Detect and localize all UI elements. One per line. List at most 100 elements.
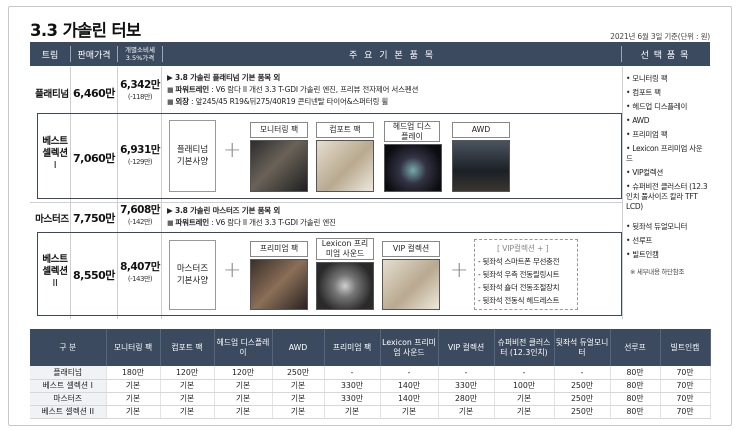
platinum-basic-title: ▶ 3.8 가솔린 플래티넘 기본 품목 외 — [167, 73, 281, 82]
option-comfort-pack: 컴포트 팩 — [316, 122, 374, 138]
plus-icon: + — [450, 258, 469, 283]
table-cell: 330만 — [324, 379, 381, 393]
table-header: Lexicon 프리미엄 사운드 — [380, 329, 439, 366]
page: 3.3 가솔린 터보 2021년 6월 3일 기준(단위 : 원) 트림 판매가… — [0, 0, 740, 430]
lexicon-sound-photo — [316, 262, 374, 310]
table-cell: - — [380, 366, 439, 380]
vip-item: - 뒷좌석 전동식 헤드레스트 — [478, 296, 560, 305]
table-header: VIP 컬렉션 — [438, 329, 495, 366]
table-cell: 330만 — [438, 379, 495, 393]
best-selection-2-cost: 8,407만 (-143만) — [120, 261, 160, 284]
side-option: • Lexicon 프리미엄 사운드 — [626, 144, 703, 163]
row-divider — [30, 202, 622, 203]
header-trim: 트림 — [41, 50, 59, 61]
table-cell: 기본 — [214, 392, 273, 406]
table-cell: - — [554, 366, 611, 380]
platinum-cost-diff: (-118만) — [127, 93, 153, 101]
table-cell: - — [494, 366, 555, 380]
best-selection-1-cost: 6,931만 (-129만) — [120, 144, 160, 167]
table-header: 구 분 — [30, 329, 107, 366]
vip-item: - 뒷좌석 우측 전동릴링시트 — [478, 270, 560, 279]
table-header: AWD — [272, 329, 325, 366]
table-cell: 80만 — [610, 392, 661, 406]
table-row: 베스트 셀렉션 II 기본 기본 기본 기본 기본 기본 기본 기본 250만 80만 70만 — [30, 405, 711, 419]
table-cell: 140만 — [380, 392, 439, 406]
table-cell: 140만 — [380, 379, 439, 393]
plus-icon: + — [223, 258, 242, 283]
vip-collection-photo — [382, 259, 440, 310]
table-cell: 기본 — [380, 405, 439, 419]
masters-basic-title: ▶ 3.8 가솔린 마스터즈 기본 품목 외 — [167, 206, 281, 215]
masters-price: 7,750만 — [73, 212, 115, 225]
price-date: 2021년 6월 3일 기준(단위 : 원) — [610, 32, 710, 41]
table-cell: 70만 — [660, 366, 711, 380]
table-cell: 180만 — [106, 366, 161, 380]
table-cell: - — [438, 366, 495, 380]
trim-best-selection-1: 베스트 셀렉션 I — [42, 136, 68, 171]
platinum-price: 6,460만 — [73, 87, 115, 100]
table-cell: 120만 — [160, 366, 215, 380]
table-cell: 70만 — [660, 405, 711, 419]
table-cell: 100만 — [494, 379, 555, 393]
vip-item: - 뒷좌석 스마트폰 무선충전 — [478, 257, 560, 266]
page-title: 3.3 가솔린 터보 — [30, 21, 141, 40]
table-header-row: 구 분 모니터링 팩 컴포트 팩 헤드업 디스플레이 AWD 프리미엄 팩 Le… — [30, 329, 711, 366]
option-vip-collection: VIP 컬렉션 — [382, 241, 440, 257]
table-row: 플래티넘 180만 120만 120만 250만 - - - - -80만 70만 — [30, 366, 711, 380]
table-cell: 120만 — [214, 366, 273, 380]
option-hud: 헤드업 디스플레이 — [384, 121, 440, 142]
table-cell: 기본 — [160, 379, 215, 393]
table-cell: 기본 — [272, 392, 325, 406]
monitoring-pack-photo — [250, 140, 308, 192]
table-cell: 기본 — [106, 379, 161, 393]
table-header: 헤드업 디스플레이 — [214, 329, 273, 366]
header-main: 주 요 기 본 품 목 — [349, 50, 435, 61]
side-option: • 빌트인캠 — [626, 250, 659, 259]
table-cell: 250만 — [272, 366, 325, 380]
table-row-header: 마스터즈 — [30, 392, 107, 406]
table-cell: 기본 — [106, 392, 161, 406]
table-header: 선루프 — [610, 329, 661, 366]
header-price: 판매가격 — [77, 50, 111, 61]
option-premium-pack: 프리미엄 팩 — [250, 241, 308, 257]
table-cell: 기본 — [324, 405, 381, 419]
table-cell: 기본 — [438, 405, 495, 419]
column-divider — [622, 67, 623, 319]
table-header: 프리미엄 팩 — [324, 329, 381, 366]
premium-pack-photo — [250, 259, 308, 310]
table-row: 마스터즈 기본 기본 기본 기본 330만 140만 280만 기본 250만 80만 70만 — [30, 392, 711, 406]
side-option: • 뒷좌석 듀얼모니터 — [626, 222, 688, 231]
table-cell: 330만 — [324, 392, 381, 406]
comfort-pack-photo — [316, 140, 374, 192]
square-bullet-icon: ■ — [167, 219, 174, 227]
table-row-header: 플래티넘 — [30, 366, 107, 380]
table-header: 뒷좌석 듀얼모니터 — [554, 329, 611, 366]
side-option: • 프리미엄 팩 — [626, 130, 668, 139]
table-row: 베스트 셀렉션 I 기본 기본 기본 기본 330만 140만 330만 100만 250만 80만… — [30, 379, 711, 393]
table-cell: 기본 — [160, 405, 215, 419]
trim-masters: 마스터즈 — [35, 214, 69, 225]
hud-photo — [384, 144, 442, 192]
trim-best-selection-2: 베스트 셀렉션 II — [42, 254, 68, 289]
table-cell: 기본 — [106, 405, 161, 419]
masters-base-spec: 마스터즈 기본사양 — [169, 240, 216, 310]
side-option: • 모니터링 팩 — [626, 74, 668, 83]
vip-plus-title: [ VIP컬렉션 + ] — [497, 244, 549, 253]
side-option: • AWD — [626, 116, 650, 125]
best-selection-1-price: 7,060만 — [73, 152, 115, 165]
table-cell: 250만 — [554, 405, 611, 419]
table-cell: 기본 — [214, 405, 273, 419]
table-cell: 250만 — [554, 379, 611, 393]
side-option: • 헤드업 디스플레이 — [626, 102, 688, 111]
table-cell: 250만 — [554, 392, 611, 406]
masters-cost: 7,608만 (-142만) — [120, 204, 160, 227]
square-bullet-icon: ■ — [167, 86, 174, 94]
table-header: 컴포트 팩 — [160, 329, 215, 366]
side-option: • 컴포트 팩 — [626, 88, 661, 97]
table-cell: 70만 — [660, 379, 711, 393]
table-cell: 80만 — [610, 366, 661, 380]
table-cell: - — [324, 366, 381, 380]
table-cell: 280만 — [438, 392, 495, 406]
table-body: 플래티넘 180만 120만 120만 250만 - - - - -80만 70만 베스트 셀렉션 I… — [30, 366, 711, 419]
table-cell: 기본 — [160, 392, 215, 406]
